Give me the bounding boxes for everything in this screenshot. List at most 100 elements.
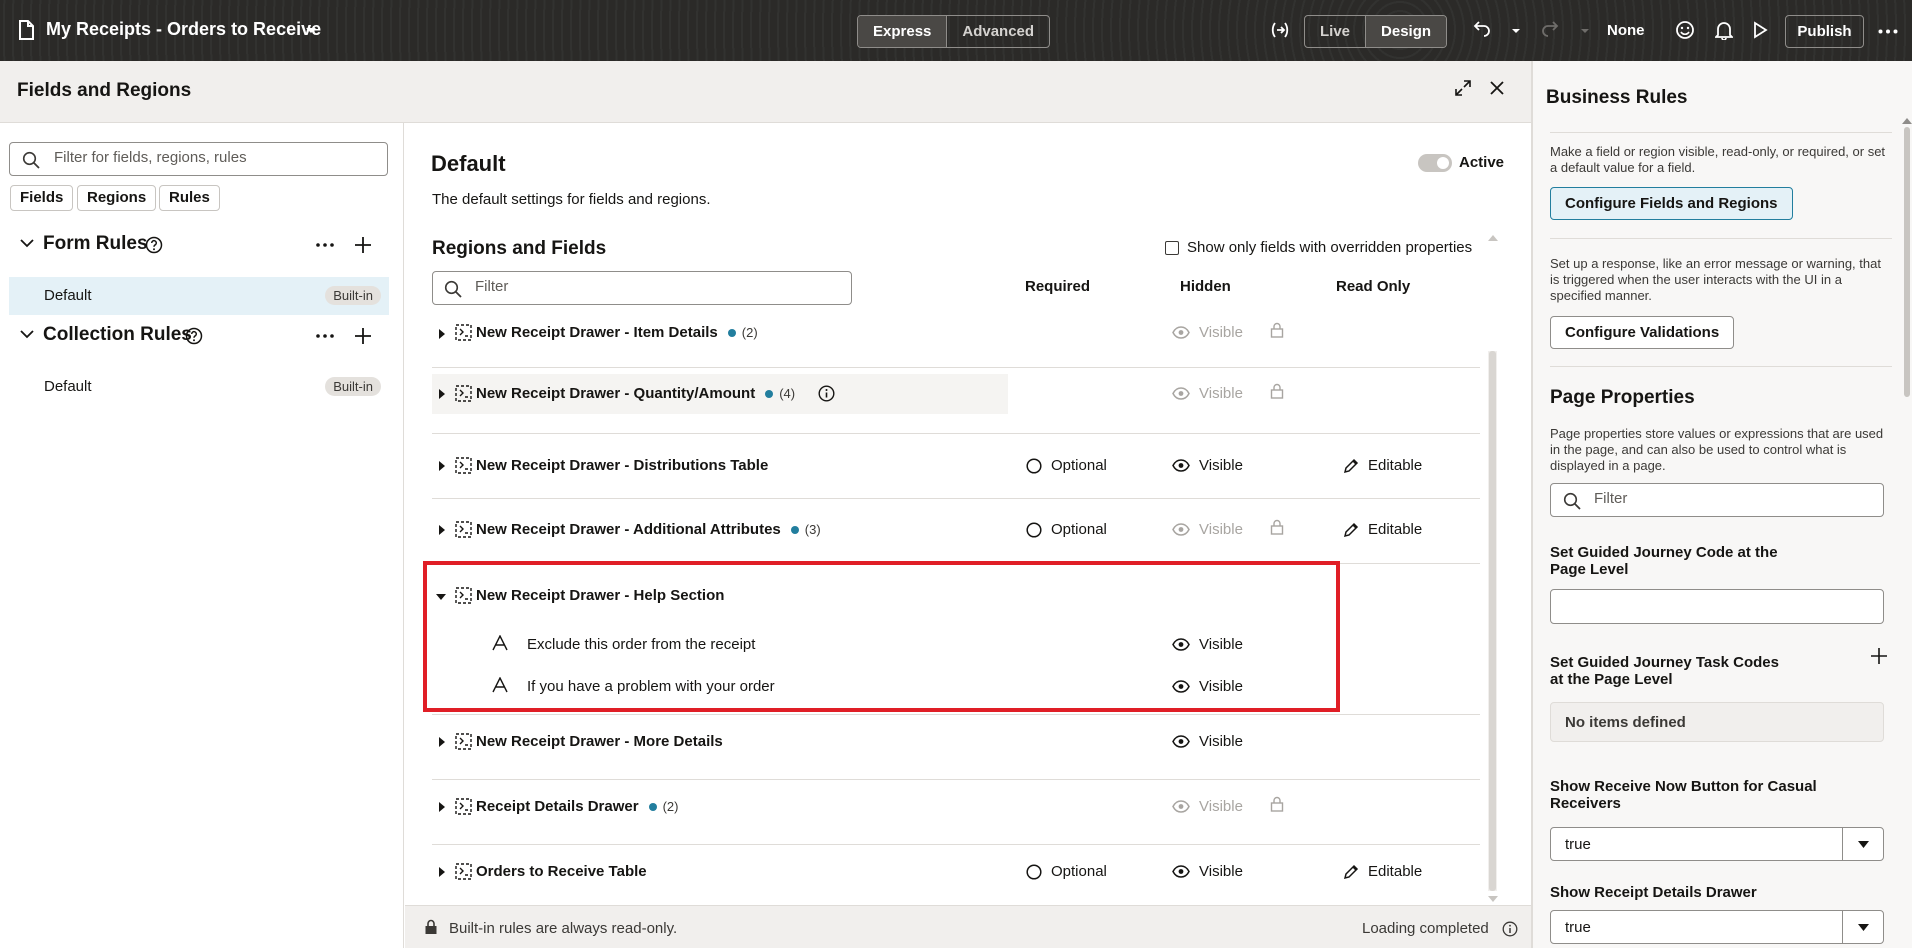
live-button[interactable]: Live	[1305, 16, 1365, 47]
chevron-down-icon	[1858, 924, 1869, 931]
rule-title: Default	[431, 151, 506, 176]
hidden-cell[interactable]: Visible	[1172, 733, 1243, 750]
form-rules-label: Form Rules	[43, 233, 148, 254]
chevron-down-icon[interactable]	[305, 27, 317, 35]
add-collection-rule-icon[interactable]	[354, 327, 372, 345]
expand-caret-icon[interactable]	[438, 737, 445, 747]
region-name: New Receipt Drawer - Distributions Table	[476, 457, 769, 474]
read-only-cell[interactable]: Editable	[1343, 457, 1422, 474]
guided-journey-code-input[interactable]	[1550, 589, 1884, 624]
search-icon	[1563, 492, 1581, 510]
override-checkbox[interactable]	[1165, 240, 1179, 255]
table-row[interactable]: New Receipt Drawer - Distributions Table…	[432, 435, 1480, 499]
rule-name: Default	[44, 378, 92, 395]
hidden-cell[interactable]: Visible	[1172, 457, 1243, 474]
expand-caret-icon[interactable]	[438, 525, 445, 535]
scrollbar-thumb[interactable]	[1489, 351, 1496, 891]
regions-filter-input[interactable]	[475, 278, 835, 295]
variables-icon[interactable]	[1270, 21, 1290, 39]
properties-filter-input[interactable]	[1594, 490, 1874, 507]
read-only-cell[interactable]: Editable	[1343, 863, 1422, 880]
advanced-mode-button[interactable]: Advanced	[946, 16, 1049, 47]
hidden-cell[interactable]: Visible	[1172, 863, 1243, 880]
table-row[interactable]: Orders to Receive Table Optional Visible…	[432, 846, 1480, 904]
table-row[interactable]: New Receipt Drawer - Quantity/Amount (4) …	[432, 369, 1480, 434]
more-options-icon[interactable]	[316, 243, 334, 247]
expand-icon[interactable]	[1454, 79, 1472, 97]
expand-caret-icon[interactable]	[438, 461, 445, 471]
preview-play-icon[interactable]	[1752, 20, 1768, 40]
eye-icon	[1172, 326, 1190, 339]
help-icon[interactable]	[145, 236, 163, 254]
collection-rule-default[interactable]: Default Built-in	[9, 368, 389, 406]
business-rules-title: Business Rules	[1546, 87, 1688, 108]
more-options-icon[interactable]	[1878, 29, 1898, 34]
redo-icon	[1540, 20, 1560, 38]
required-cell[interactable]: Optional	[1026, 521, 1107, 538]
top-bar: My Receipts - Orders to Receive Express …	[0, 0, 1912, 61]
expand-caret-icon[interactable]	[438, 802, 445, 812]
table-row[interactable]: Receipt Details Drawer (2) Visible	[432, 781, 1480, 845]
chevron-down-icon[interactable]	[20, 239, 34, 248]
scroll-down-icon[interactable]	[1488, 896, 1498, 902]
required-cell[interactable]: Optional	[1026, 863, 1107, 880]
override-filter[interactable]: Show only fields with overridden propert…	[1165, 239, 1472, 256]
scrollbar-thumb[interactable]	[1904, 127, 1910, 397]
collection-rules-label: Collection Rules	[43, 324, 192, 345]
fields-filter-chip[interactable]: Fields	[10, 185, 74, 211]
read-only-cell[interactable]: Editable	[1343, 521, 1422, 538]
required-cell[interactable]: Optional	[1026, 457, 1107, 474]
more-options-icon[interactable]	[316, 334, 334, 338]
rule-name: Default	[44, 287, 92, 304]
info-icon[interactable]	[818, 385, 835, 402]
rules-search-input[interactable]	[54, 149, 374, 166]
lock-icon	[424, 919, 438, 935]
close-icon[interactable]	[1489, 80, 1505, 96]
chevron-down-icon	[1858, 841, 1869, 848]
table-row[interactable]: New Receipt Drawer - More Details Visibl…	[432, 716, 1480, 780]
hidden-cell[interactable]: Visible	[1172, 324, 1243, 341]
configure-fields-regions-button[interactable]: Configure Fields and Regions	[1550, 187, 1793, 220]
help-icon[interactable]	[185, 327, 203, 345]
table-row[interactable]: New Receipt Drawer - Item Details (2) Vis…	[432, 313, 1480, 368]
design-button[interactable]: Design	[1365, 16, 1447, 47]
chevron-down-icon[interactable]	[20, 330, 34, 339]
eye-icon	[1172, 387, 1190, 400]
express-mode-button[interactable]: Express	[858, 16, 947, 47]
loading-status: Loading completed	[1362, 920, 1489, 937]
region-icon	[455, 733, 472, 750]
expand-caret-icon[interactable]	[438, 329, 445, 339]
expand-caret-icon[interactable]	[438, 867, 445, 877]
add-task-code-icon[interactable]	[1870, 647, 1888, 665]
hidden-cell[interactable]: Visible	[1172, 385, 1243, 402]
prop-receive-now-label: Show Receive Now Button for Casual Recei…	[1550, 778, 1817, 812]
scroll-up-icon[interactable]	[1488, 235, 1498, 241]
rules-search-box	[9, 142, 388, 176]
sandbox-none-label[interactable]: None	[1607, 22, 1645, 39]
eye-icon	[1172, 523, 1190, 536]
receive-now-select[interactable]: true	[1550, 827, 1884, 861]
receipt-details-select[interactable]: true	[1550, 910, 1884, 944]
hidden-cell[interactable]: Visible	[1172, 521, 1243, 538]
active-toggle[interactable]	[1418, 154, 1452, 172]
expand-caret-icon[interactable]	[438, 389, 445, 399]
info-icon[interactable]	[1502, 921, 1518, 937]
form-rule-default[interactable]: Default Built-in	[9, 277, 389, 315]
bell-icon[interactable]	[1715, 20, 1733, 40]
divider	[1550, 238, 1892, 239]
radio-circle-icon	[1026, 521, 1042, 538]
table-row[interactable]: New Receipt Drawer - Additional Attribut…	[432, 500, 1480, 564]
rules-filter-chip[interactable]: Rules	[159, 185, 220, 211]
hidden-cell[interactable]: Visible	[1172, 798, 1243, 815]
scroll-up-icon[interactable]	[1902, 118, 1912, 124]
undo-icon[interactable]	[1472, 20, 1492, 38]
smiley-icon[interactable]	[1675, 20, 1695, 40]
add-form-rule-icon[interactable]	[354, 236, 372, 254]
undo-menu-chevron-icon[interactable]	[1511, 28, 1521, 34]
prop-guided-journey-task-label: Set Guided Journey Task Codes at the Pag…	[1550, 654, 1779, 688]
configure-validations-button[interactable]: Configure Validations	[1550, 316, 1735, 349]
publish-button[interactable]: Publish	[1785, 15, 1864, 48]
eye-icon	[1172, 735, 1190, 748]
regions-filter-chip[interactable]: Regions	[77, 185, 157, 211]
app-title[interactable]: My Receipts - Orders to Receive	[46, 19, 321, 40]
